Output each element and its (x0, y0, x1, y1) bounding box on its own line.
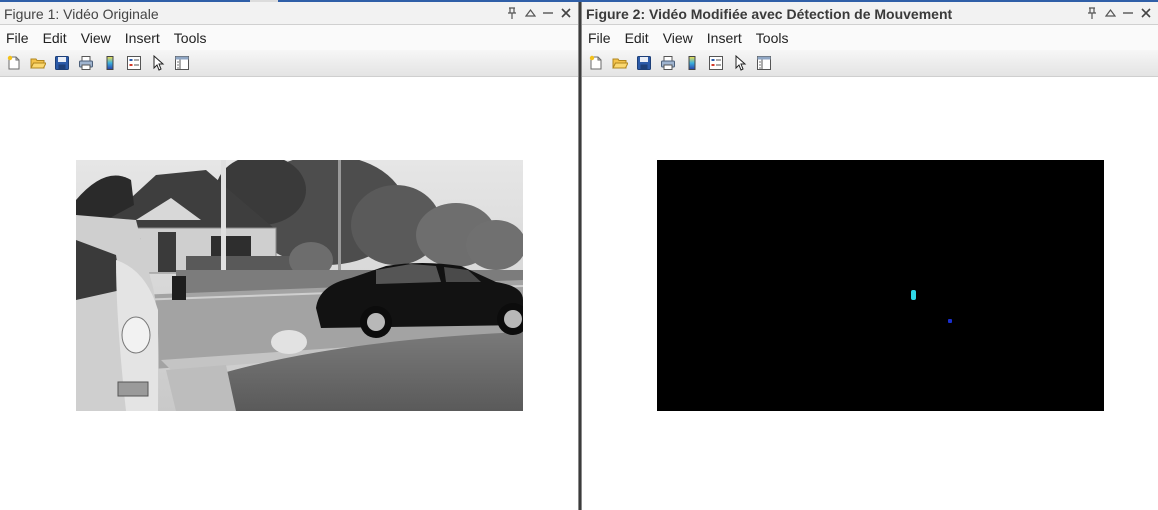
menu-insert[interactable]: Insert (707, 30, 742, 46)
pin-icon[interactable] (1086, 5, 1098, 21)
pin-icon[interactable] (506, 5, 518, 21)
detection-blob-blue (948, 319, 952, 323)
figure-1-title: Figure 1: Vidéo Originale (4, 6, 159, 22)
figure-2-title: Figure 2: Vidéo Modifiée avec Détection … (586, 6, 953, 22)
colorbar-icon[interactable] (683, 54, 701, 72)
figure-2-canvas (582, 77, 1158, 510)
undock-icon[interactable] (524, 5, 536, 21)
menu-edit[interactable]: Edit (43, 30, 67, 46)
original-video-frame (76, 160, 523, 411)
figure-1-toolbar (0, 50, 578, 77)
save-icon[interactable] (53, 54, 71, 72)
minimize-icon[interactable] (1122, 5, 1134, 21)
undock-icon[interactable] (1104, 5, 1116, 21)
pointer-icon[interactable] (731, 54, 749, 72)
menu-edit[interactable]: Edit (625, 30, 649, 46)
close-icon[interactable] (1140, 5, 1152, 21)
minimize-icon[interactable] (542, 5, 554, 21)
menu-tools[interactable]: Tools (756, 30, 789, 46)
menu-insert[interactable]: Insert (125, 30, 160, 46)
property-inspector-icon[interactable] (755, 54, 773, 72)
new-figure-icon[interactable] (5, 54, 23, 72)
figure-2-menubar: File Edit View Insert Tools (582, 25, 1158, 50)
detection-blob-cyan (911, 290, 916, 300)
print-icon[interactable] (659, 54, 677, 72)
figure-window-1[interactable]: Figure 1: Vidéo Originale File Edit View… (0, 2, 579, 510)
colorbar-icon[interactable] (101, 54, 119, 72)
pointer-icon[interactable] (149, 54, 167, 72)
menu-file[interactable]: File (588, 30, 611, 46)
open-file-icon[interactable] (29, 54, 47, 72)
figure-1-menubar: File Edit View Insert Tools (0, 25, 578, 50)
menu-tools[interactable]: Tools (174, 30, 207, 46)
figure-window-2[interactable]: Figure 2: Vidéo Modifiée avec Détection … (581, 2, 1158, 510)
save-icon[interactable] (635, 54, 653, 72)
menu-file[interactable]: File (6, 30, 29, 46)
motion-detection-frame (657, 160, 1104, 411)
close-icon[interactable] (560, 5, 572, 21)
print-icon[interactable] (77, 54, 95, 72)
new-figure-icon[interactable] (587, 54, 605, 72)
menu-view[interactable]: View (663, 30, 693, 46)
property-inspector-icon[interactable] (173, 54, 191, 72)
open-file-icon[interactable] (611, 54, 629, 72)
legend-icon[interactable] (707, 54, 725, 72)
figure-1-titlebar[interactable]: Figure 1: Vidéo Originale (0, 2, 578, 25)
figure-1-canvas (0, 77, 578, 510)
legend-icon[interactable] (125, 54, 143, 72)
figure-2-titlebar[interactable]: Figure 2: Vidéo Modifiée avec Détection … (582, 2, 1158, 25)
menu-view[interactable]: View (81, 30, 111, 46)
figure-2-toolbar (582, 50, 1158, 77)
